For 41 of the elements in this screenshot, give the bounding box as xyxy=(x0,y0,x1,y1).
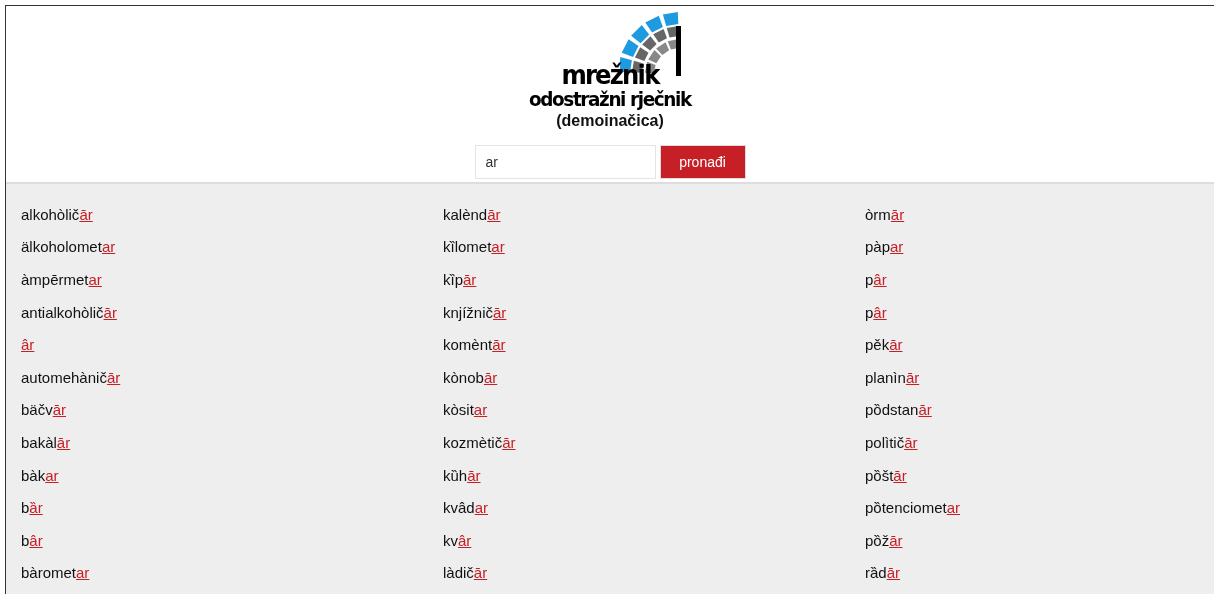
word-link[interactable]: òrmār xyxy=(865,205,905,223)
word-link[interactable]: bàkar xyxy=(21,466,59,484)
word-link[interactable]: bâr xyxy=(21,531,43,549)
word-link[interactable]: pâr xyxy=(865,303,887,321)
word-link[interactable]: pâr xyxy=(865,271,887,288)
word-link[interactable]: àmpērmetar xyxy=(21,271,102,288)
word-link[interactable]: planìnār xyxy=(865,368,920,386)
word-link[interactable]: kȉlometar xyxy=(443,238,505,256)
word-link[interactable]: automehàničār xyxy=(21,368,121,386)
word-link[interactable]: kònobār xyxy=(443,368,498,386)
word-link[interactable]: polìtičār xyxy=(865,433,918,451)
word-link[interactable]: komèntār xyxy=(443,336,506,354)
word-link[interactable]: kvâdar xyxy=(443,499,489,517)
word-link[interactable]: kalèndār xyxy=(443,205,501,223)
word-link[interactable]: kozmètičār xyxy=(443,433,516,451)
word-link[interactable]: pȍštār xyxy=(865,466,907,484)
word-link[interactable]: pȍtenciometar xyxy=(865,499,961,517)
word-link[interactable]: pàpar xyxy=(865,238,904,256)
word-link[interactable]: kòsitar xyxy=(443,401,488,419)
search-field[interactable]: ar xyxy=(474,145,656,179)
word-link[interactable]: bäčvār xyxy=(21,401,67,419)
word-link[interactable]: pěkār xyxy=(865,336,903,354)
word-link[interactable]: pȍžār xyxy=(865,531,903,549)
word-link[interactable]: antialkohòličār xyxy=(21,303,117,321)
word-link[interactable]: älkoholometar xyxy=(21,238,116,256)
word-link[interactable]: knjížničār xyxy=(443,303,507,321)
word-link[interactable]: bàrometar xyxy=(21,564,90,582)
word-link[interactable]: kvâr xyxy=(443,531,472,549)
logo-subtitle: odostražni rječnik xyxy=(529,88,691,110)
word-link[interactable]: pȍdstanār xyxy=(865,401,932,419)
word-link[interactable]: kȕhār xyxy=(443,466,481,484)
word-link[interactable]: làdičār xyxy=(443,564,488,582)
search-button[interactable]: pronađi xyxy=(659,145,746,179)
word-link[interactable]: rȁdār xyxy=(865,564,901,582)
word-link[interactable]: âr xyxy=(21,336,35,354)
word-link[interactable]: kȉpār xyxy=(443,271,477,288)
logo-title: mrežnik xyxy=(561,62,659,88)
word-link[interactable]: bakàlār xyxy=(21,433,71,451)
word-link[interactable]: alkohòličār xyxy=(21,205,93,223)
word-link[interactable]: bȁr xyxy=(21,499,43,517)
edition-label: (demoinačica) xyxy=(556,111,664,131)
